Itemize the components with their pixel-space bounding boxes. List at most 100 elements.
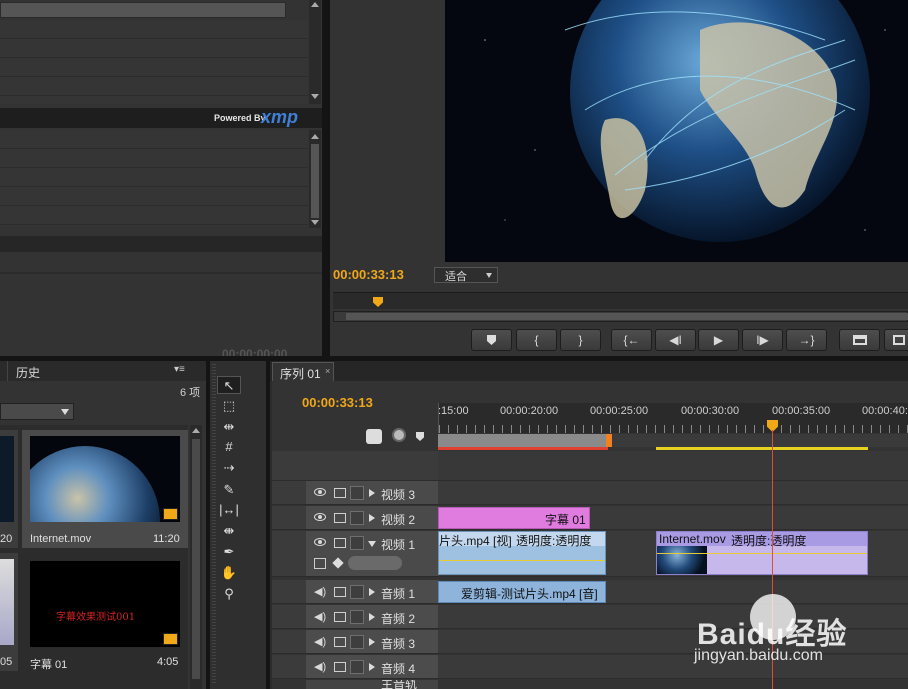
snap-toggle-icon[interactable] <box>366 429 382 444</box>
master-track-header[interactable]: 主音轨 <box>306 680 438 689</box>
video-clip[interactable]: 片头.mp4 [视] 透明度:透明度 <box>438 531 606 575</box>
work-area-handle-icon[interactable] <box>606 434 612 447</box>
project-item-cut[interactable]: 05 <box>0 553 18 671</box>
opacity-line[interactable] <box>657 553 867 554</box>
tab-sequence-01[interactable]: 序列 01 × <box>272 362 334 381</box>
fit-dropdown[interactable]: 适合 <box>434 267 498 283</box>
expand-arrow-icon[interactable] <box>369 514 375 522</box>
eye-icon[interactable] <box>314 513 326 521</box>
play-button[interactable]: ▶ <box>698 329 739 351</box>
title-clip[interactable]: 字幕 01 <box>438 507 590 529</box>
selection-tool-icon[interactable]: ↖ <box>217 376 241 394</box>
project-item[interactable]: 字幕效果测试001 字幕 01 4:05 <box>22 553 188 671</box>
work-area-range[interactable] <box>438 434 610 447</box>
display-style-icon[interactable] <box>314 558 326 569</box>
filter-dropdown[interactable] <box>0 403 74 420</box>
scrollbar[interactable] <box>309 0 321 104</box>
close-icon[interactable]: × <box>325 366 330 376</box>
scroll-thumb[interactable] <box>311 144 319 218</box>
track-select-tool-icon[interactable]: ⬚ <box>217 397 241 415</box>
sync-lock-icon[interactable] <box>334 637 346 647</box>
scroll-down-icon[interactable] <box>311 94 319 99</box>
sync-lock-icon[interactable] <box>334 612 346 622</box>
lock-toggle[interactable] <box>350 511 364 525</box>
tab-history[interactable]: 历史 <box>7 361 55 381</box>
zoom-tool-icon[interactable]: ⚲ <box>217 585 241 603</box>
scrollbar[interactable] <box>309 130 321 228</box>
speaker-icon[interactable]: ◀) <box>314 611 326 623</box>
expand-arrow-icon[interactable] <box>369 588 375 596</box>
track-lane-video3[interactable] <box>438 481 908 505</box>
track-header-audio4[interactable]: ◀) 音频 4 <box>306 655 438 679</box>
panel-menu-icon[interactable]: ▾≡ <box>174 364 190 376</box>
project-item-cut[interactable]: 20 <box>0 430 18 548</box>
scroll-up-icon[interactable] <box>311 2 319 7</box>
track-header-audio1[interactable]: ◀) 音频 1 <box>306 580 438 604</box>
sync-lock-icon[interactable] <box>334 587 346 597</box>
track-header-video1[interactable]: 视频 1 <box>306 531 438 577</box>
step-forward-button[interactable]: I▶ <box>742 329 783 351</box>
project-item[interactable]: Internet.mov 11:20 <box>22 430 188 548</box>
opacity-line[interactable] <box>439 560 605 561</box>
eye-icon[interactable] <box>314 538 326 546</box>
extract-button[interactable] <box>884 329 908 351</box>
metadata-search-field[interactable] <box>0 2 286 18</box>
speaker-icon[interactable]: ◀) <box>314 661 326 673</box>
collapse-arrow-icon[interactable] <box>368 541 376 547</box>
expand-arrow-icon[interactable] <box>369 489 375 497</box>
lock-toggle[interactable] <box>350 536 364 550</box>
rolling-edit-tool-icon[interactable]: # <box>217 438 241 456</box>
clip-effect-label[interactable]: 透明度:透明度 <box>516 532 591 549</box>
mark-in-button[interactable]: { <box>516 329 557 351</box>
video-clip[interactable]: Internet.mov 透明度:透明度 <box>656 531 868 575</box>
monitor-scrollbar[interactable] <box>333 311 908 322</box>
razor-tool-icon[interactable]: ✎ <box>217 481 241 499</box>
speaker-icon[interactable]: ◀) <box>314 636 326 648</box>
speaker-icon[interactable]: ◀) <box>314 586 326 598</box>
film-icon[interactable] <box>334 538 346 548</box>
film-icon[interactable] <box>334 488 346 498</box>
ripple-edit-tool-icon[interactable]: ⇹ <box>217 418 241 436</box>
playhead-marker-icon[interactable] <box>373 297 383 307</box>
lock-toggle[interactable] <box>350 585 364 599</box>
slide-tool-icon[interactable]: ⇼ <box>217 522 241 540</box>
lock-toggle[interactable] <box>350 610 364 624</box>
program-timecode[interactable]: 00:00:33:13 <box>333 267 404 282</box>
scroll-down-icon[interactable] <box>311 220 319 225</box>
mark-out-button[interactable]: } <box>560 329 601 351</box>
go-to-out-button[interactable]: →} <box>786 329 827 351</box>
track-header-video2[interactable]: 视频 2 <box>306 506 438 530</box>
slip-tool-icon[interactable]: |↔| <box>217 501 241 519</box>
lock-toggle[interactable] <box>350 660 364 674</box>
track-lane-audio4[interactable] <box>438 655 908 679</box>
keyframe-icon[interactable] <box>332 557 344 569</box>
sync-lock-icon[interactable] <box>334 662 346 672</box>
linked-selection-icon[interactable] <box>392 428 406 442</box>
scroll-thumb[interactable] <box>192 439 200 679</box>
rate-stretch-tool-icon[interactable]: ⇢ <box>217 459 241 477</box>
expand-arrow-icon[interactable] <box>369 663 375 671</box>
film-icon[interactable] <box>334 513 346 523</box>
clip-effect-label[interactable]: 透明度:透明度 <box>731 532 806 549</box>
hand-tool-icon[interactable]: ✋ <box>217 564 241 582</box>
lock-toggle[interactable] <box>350 486 364 500</box>
lift-button[interactable] <box>839 329 880 351</box>
keyframe-navigator[interactable] <box>348 556 402 570</box>
eye-icon[interactable] <box>314 488 326 496</box>
work-area-bar[interactable] <box>438 434 908 450</box>
scroll-thumb[interactable] <box>346 313 908 320</box>
track-header-audio2[interactable]: ◀) 音频 2 <box>306 605 438 629</box>
scroll-up-icon[interactable] <box>311 134 319 139</box>
track-header-audio3[interactable]: ◀) 音频 3 <box>306 630 438 654</box>
step-back-button[interactable]: ◀I <box>655 329 696 351</box>
project-scrollbar[interactable] <box>190 425 202 689</box>
expand-arrow-icon[interactable] <box>369 638 375 646</box>
audio-clip[interactable]: 爱剪辑-测试片头.mp4 [音] <box>438 581 606 603</box>
expand-arrow-icon[interactable] <box>369 613 375 621</box>
timeline-timecode[interactable]: 00:00:33:13 <box>302 395 373 410</box>
go-to-in-button[interactable]: {← <box>611 329 652 351</box>
scroll-up-icon[interactable] <box>192 428 200 433</box>
monitor-time-ruler[interactable] <box>333 292 908 309</box>
lock-toggle[interactable] <box>350 635 364 649</box>
pen-tool-icon[interactable]: ✒ <box>217 543 241 561</box>
